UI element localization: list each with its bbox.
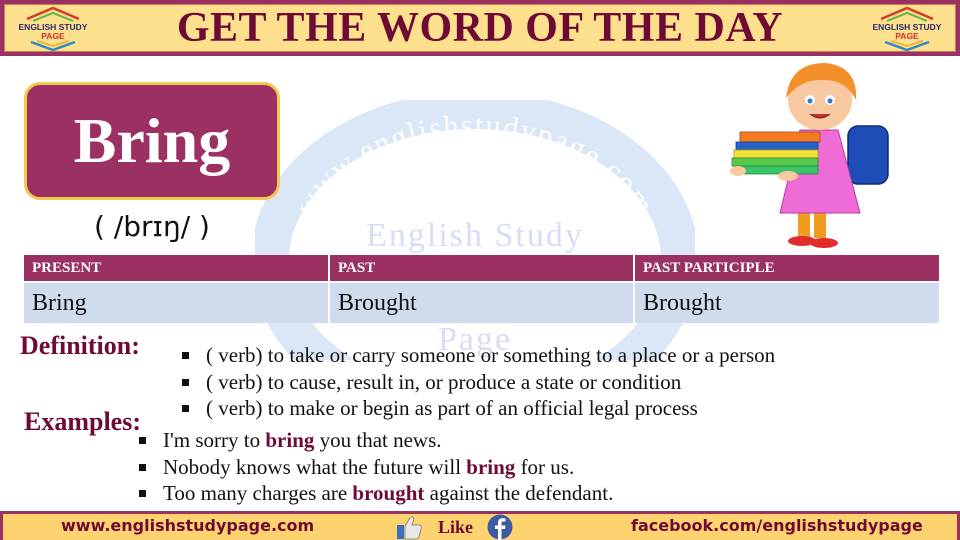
example-highlight: bring (265, 428, 315, 452)
website-link[interactable]: www.englishstudypage.com (61, 516, 314, 535)
page-title: GET THE WORD OF THE DAY (176, 5, 784, 51)
facebook-link[interactable]: facebook.com/englishstudypage (631, 516, 923, 535)
example-text-after: for us. (515, 454, 575, 479)
like-button[interactable]: Like (438, 517, 473, 538)
cell-past: Brought (329, 282, 635, 323)
header-past: PAST (329, 255, 635, 283)
thumbs-up-icon[interactable] (395, 514, 423, 540)
example-highlight: brought (352, 481, 425, 505)
example-text-before: Nobody knows what the future will (163, 454, 467, 479)
example-text-after: you that news. (314, 428, 442, 452)
brand-logo-left: ENGLISH STUDY PAGE (13, 7, 93, 51)
header-past-participle: PAST PARTICIPLE (634, 255, 939, 283)
definition-item: ( verb) to take or carry someone or some… (182, 342, 775, 369)
word-box: Bring (24, 82, 280, 200)
definition-item: ( verb) to cause, result in, or produce … (182, 369, 775, 396)
header-inner: ENGLISH STUDY PAGE GET THE WORD OF THE D… (4, 4, 956, 52)
footer-banner: www.englishstudypage.com Like facebook.c… (0, 511, 960, 540)
example-item: Too many charges are brought against the… (139, 480, 613, 507)
examples-list: I'm sorry to bring you that news. Nobody… (139, 427, 613, 507)
footer-inner: www.englishstudypage.com Like facebook.c… (3, 514, 957, 540)
logo-text-line2: PAGE (895, 31, 919, 41)
definition-text: ( verb) to take or carry someone or some… (206, 343, 776, 367)
definition-item: ( verb) to make or begin as part of an o… (182, 395, 775, 422)
example-text-before: I'm sorry to (163, 428, 266, 452)
brand-logo-right: ENGLISH STUDY PAGE (867, 7, 947, 51)
bullet-icon (182, 352, 189, 359)
cell-present: Bring (24, 282, 330, 323)
logo-text-line2: PAGE (41, 31, 65, 41)
example-highlight: bring (466, 454, 516, 479)
definition-text: ( verb) to cause, result in, or produce … (206, 369, 682, 394)
pronunciation: ( /brɪŋ/ ) (94, 210, 210, 243)
example-text-after: against the defendant. (424, 481, 614, 505)
facebook-icon[interactable] (487, 514, 513, 540)
table-row: Bring Brought Brought (24, 282, 939, 323)
definition-label: Definition: (20, 331, 140, 360)
bullet-icon (139, 437, 146, 444)
bullet-icon (182, 378, 189, 386)
bullet-icon (182, 405, 189, 412)
verb-forms-table: PRESENT PAST PAST PARTICIPLE Bring Broug… (24, 255, 939, 323)
definition-list: ( verb) to take or carry someone or some… (182, 342, 775, 422)
example-text-before: Too many charges are (163, 481, 353, 505)
example-item: I'm sorry to bring you that news. (139, 427, 613, 454)
definition-text: ( verb) to make or begin as part of an o… (206, 396, 698, 420)
word-of-the-day: Bring (73, 105, 231, 176)
watermark-line1: English Study (366, 217, 584, 254)
examples-label: Examples: (24, 407, 141, 436)
bullet-icon (139, 490, 146, 497)
bullet-icon (139, 463, 146, 471)
table-header-row: PRESENT PAST PAST PARTICIPLE (24, 255, 939, 283)
header-present: PRESENT (24, 255, 330, 283)
header-banner: ENGLISH STUDY PAGE GET THE WORD OF THE D… (0, 0, 960, 56)
child-carrying-books-illustration (730, 63, 889, 248)
cell-past-participle: Brought (634, 282, 939, 323)
example-item: Nobody knows what the future will bring … (139, 454, 613, 481)
